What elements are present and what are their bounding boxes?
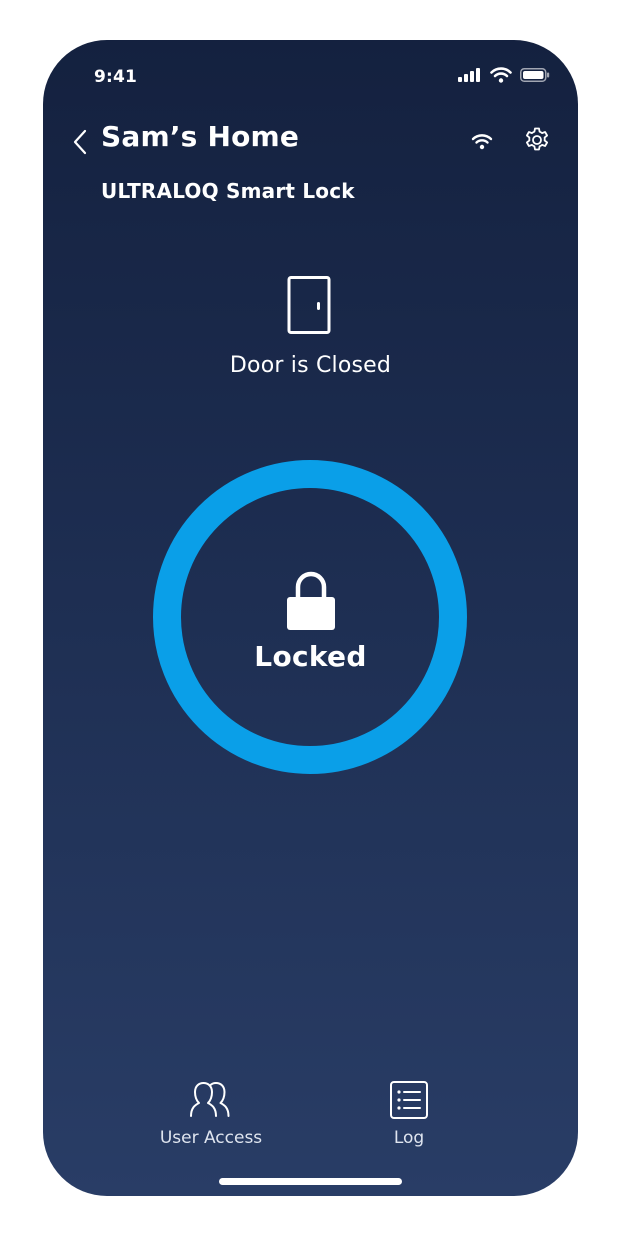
list-icon [390, 1081, 428, 1119]
battery-icon [520, 68, 550, 82]
padlock-icon [287, 571, 335, 630]
wifi-status-button[interactable] [467, 126, 497, 156]
tab-user-access-label: User Access [159, 1128, 263, 1148]
status-time: 9:41 [94, 67, 138, 87]
wifi-icon [471, 134, 493, 150]
lock-status: Locked [254, 640, 367, 673]
page-title: Sam’s Home [101, 120, 300, 153]
home-indicator[interactable] [219, 1178, 402, 1185]
status-icons [458, 67, 550, 83]
device-name: ULTRALOQ Smart Lock [101, 179, 355, 203]
gear-icon [526, 127, 548, 151]
tab-user-access[interactable]: User Access [141, 1078, 281, 1148]
app-screen: 9:41 Sam’s Home ULTRALOQ Smart Lock Door… [43, 40, 578, 1196]
tab-log[interactable]: Log [339, 1078, 479, 1148]
door-icon [287, 276, 331, 334]
settings-button[interactable] [519, 122, 555, 158]
status-bar: 9:41 [43, 40, 578, 110]
wifi-icon [490, 67, 512, 83]
tab-bar: User Access Log [43, 1078, 578, 1158]
door-status: Door is Closed [229, 353, 392, 378]
tab-log-label: Log [393, 1128, 425, 1148]
back-button[interactable] [67, 124, 93, 160]
chevron-left-icon [73, 129, 87, 155]
cellular-signal-icon [458, 68, 480, 82]
users-icon [190, 1082, 230, 1117]
header: Sam’s Home [43, 118, 578, 168]
